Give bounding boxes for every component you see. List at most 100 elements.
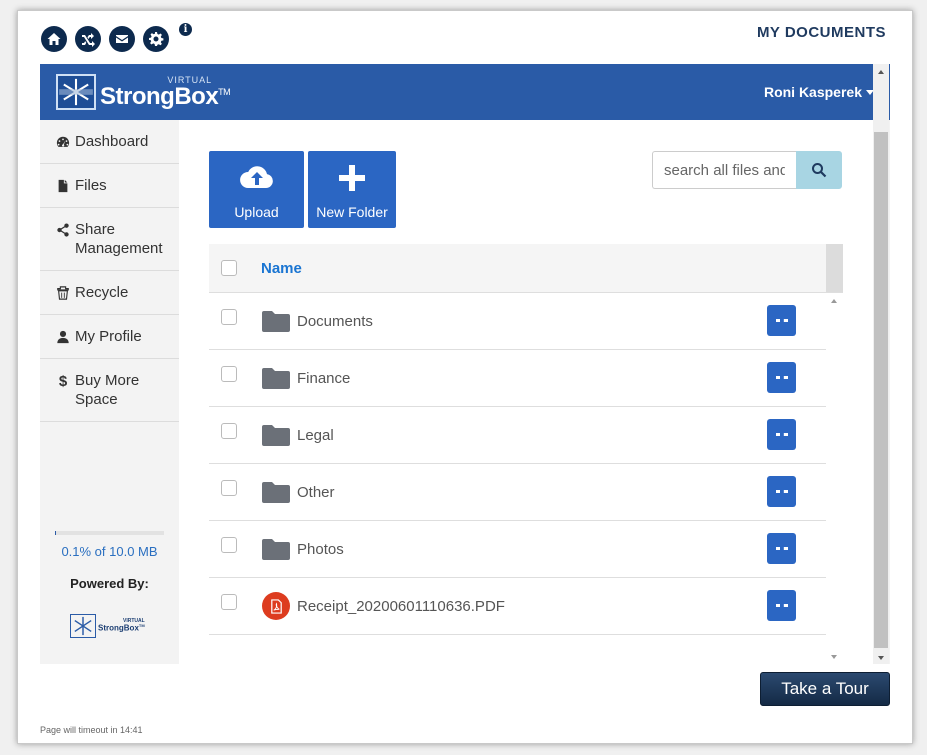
row-actions-button[interactable]	[767, 305, 796, 336]
table-row[interactable]: Other	[209, 464, 826, 521]
cloud-upload-icon	[239, 166, 273, 188]
table-row[interactable]: Finance	[209, 350, 826, 407]
table-header: Name	[209, 244, 843, 293]
sidebar-item-dashboard[interactable]: Dashboard	[40, 120, 179, 164]
mail-icon[interactable]	[109, 26, 135, 52]
scrollbar-thumb[interactable]	[874, 132, 888, 648]
app-frame: VIRTUAL StrongBoxTM Roni Kasperek Dashbo…	[40, 64, 890, 664]
ellipsis-icon	[775, 433, 788, 436]
sidebar-item-files[interactable]: Files	[40, 164, 179, 208]
search-bar	[652, 151, 842, 189]
sidebar-item-recycle[interactable]: Recycle	[40, 271, 179, 315]
file-name[interactable]: Photos	[297, 541, 344, 558]
scroll-up-arrow-icon[interactable]	[878, 70, 884, 74]
sidebar-item-label: Buy More Space	[75, 372, 140, 408]
top-icon-bar: i	[41, 23, 192, 52]
name-column-header[interactable]: Name	[261, 260, 302, 277]
gear-icon[interactable]	[143, 26, 169, 52]
row-checkbox[interactable]	[221, 480, 237, 496]
folder-icon	[261, 422, 291, 448]
row-checkbox[interactable]	[221, 309, 237, 325]
powered-by-logo: VIRTUAL StrongBoxTM	[70, 614, 145, 638]
table-scrollbar[interactable]	[826, 293, 843, 663]
shuffle-icon[interactable]	[75, 26, 101, 52]
row-actions-button[interactable]	[767, 533, 796, 564]
file-name[interactable]: Receipt_20200601110636.PDF	[297, 598, 505, 615]
search-icon	[812, 163, 827, 178]
dashboard-icon	[56, 134, 70, 150]
sidebar-item-buy-more-space[interactable]: $ Buy More Space	[40, 359, 179, 422]
row-checkbox[interactable]	[221, 594, 237, 610]
search-button[interactable]	[796, 151, 842, 189]
upload-label: Upload	[234, 204, 279, 220]
sidebar: Dashboard Files Share Management Recycle	[40, 120, 179, 664]
main-content: Upload New Folder search all files and f…	[179, 120, 876, 664]
ellipsis-icon	[775, 490, 788, 493]
ellipsis-icon	[775, 319, 788, 322]
take-a-tour-button[interactable]: Take a Tour	[760, 672, 890, 706]
sidebar-item-share-management[interactable]: Share Management	[40, 208, 179, 271]
table-row[interactable]: Legal	[209, 407, 826, 464]
app-window: i MY DOCUMENTS VIRTUAL StrongBoxTM Roni …	[17, 10, 913, 744]
logo-snowflake-icon	[56, 74, 96, 110]
table-body: Documents Finance Legal Other Photos Rec…	[209, 293, 826, 636]
row-actions-button[interactable]	[767, 419, 796, 450]
file-table: Name Documents Finance Legal Other Photo…	[209, 244, 843, 663]
table-row[interactable]: Documents	[209, 293, 826, 350]
file-name[interactable]: Documents	[297, 313, 373, 330]
sidebar-item-label: Files	[75, 177, 107, 194]
session-timeout-text: Page will timeout in 14:41	[40, 725, 143, 735]
share-icon	[56, 222, 70, 238]
sidebar-item-my-profile[interactable]: My Profile	[40, 315, 179, 359]
folder-icon	[261, 308, 291, 334]
table-row[interactable]: Receipt_20200601110636.PDF	[209, 578, 826, 635]
upload-button[interactable]: Upload	[209, 151, 304, 228]
mini-snowflake-icon	[70, 614, 96, 638]
page-title: MY DOCUMENTS	[756, 24, 886, 41]
file-name[interactable]: Other	[297, 484, 335, 501]
user-name: Roni Kasperek	[763, 84, 862, 100]
row-actions-button[interactable]	[767, 476, 796, 507]
header-scroll-spacer	[826, 244, 843, 292]
row-checkbox[interactable]	[221, 537, 237, 553]
file-name[interactable]: Finance	[297, 370, 350, 387]
plus-icon	[339, 165, 365, 191]
folder-icon	[261, 536, 291, 562]
ellipsis-icon	[775, 547, 788, 550]
row-actions-button[interactable]	[767, 590, 796, 621]
trash-icon	[56, 285, 70, 301]
home-icon[interactable]	[41, 26, 67, 52]
mini-logo-text: VIRTUAL StrongBoxTM	[98, 618, 145, 633]
row-checkbox[interactable]	[221, 423, 237, 439]
table-row[interactable]: Photos	[209, 521, 826, 578]
folder-icon	[261, 479, 291, 505]
logo-brand-text: StrongBoxTM	[100, 82, 231, 110]
user-menu[interactable]: Roni Kasperek	[764, 84, 874, 100]
dollar-icon: $	[58, 372, 68, 390]
sidebar-item-label: My Profile	[75, 328, 142, 345]
info-icon[interactable]: i	[179, 23, 192, 36]
scroll-down-arrow-icon[interactable]	[878, 656, 884, 660]
new-folder-label: New Folder	[316, 204, 388, 220]
folder-icon	[261, 365, 291, 391]
scroll-down-arrow-icon[interactable]	[831, 655, 837, 659]
new-folder-button[interactable]: New Folder	[308, 151, 396, 228]
file-name[interactable]: Legal	[297, 427, 334, 444]
storage-progress-bar	[55, 531, 164, 535]
file-icon	[56, 178, 70, 194]
pdf-icon	[261, 592, 291, 620]
row-actions-button[interactable]	[767, 362, 796, 393]
row-checkbox[interactable]	[221, 366, 237, 382]
page-scrollbar[interactable]	[873, 64, 889, 664]
strongbox-logo[interactable]: VIRTUAL StrongBoxTM	[56, 74, 231, 110]
storage-progress-fill	[55, 531, 57, 535]
scroll-up-arrow-icon[interactable]	[831, 299, 837, 303]
select-all-checkbox[interactable]	[221, 260, 237, 276]
storage-usage-text: 0.1% of 10.0 MB	[61, 544, 158, 559]
user-icon	[56, 329, 70, 345]
powered-by-text: Powered By:	[70, 576, 149, 591]
search-input[interactable]	[652, 151, 796, 189]
sidebar-item-label: Recycle	[75, 284, 129, 301]
navbar: VIRTUAL StrongBoxTM Roni Kasperek	[40, 64, 890, 120]
sidebar-item-label: Dashboard	[75, 133, 149, 150]
